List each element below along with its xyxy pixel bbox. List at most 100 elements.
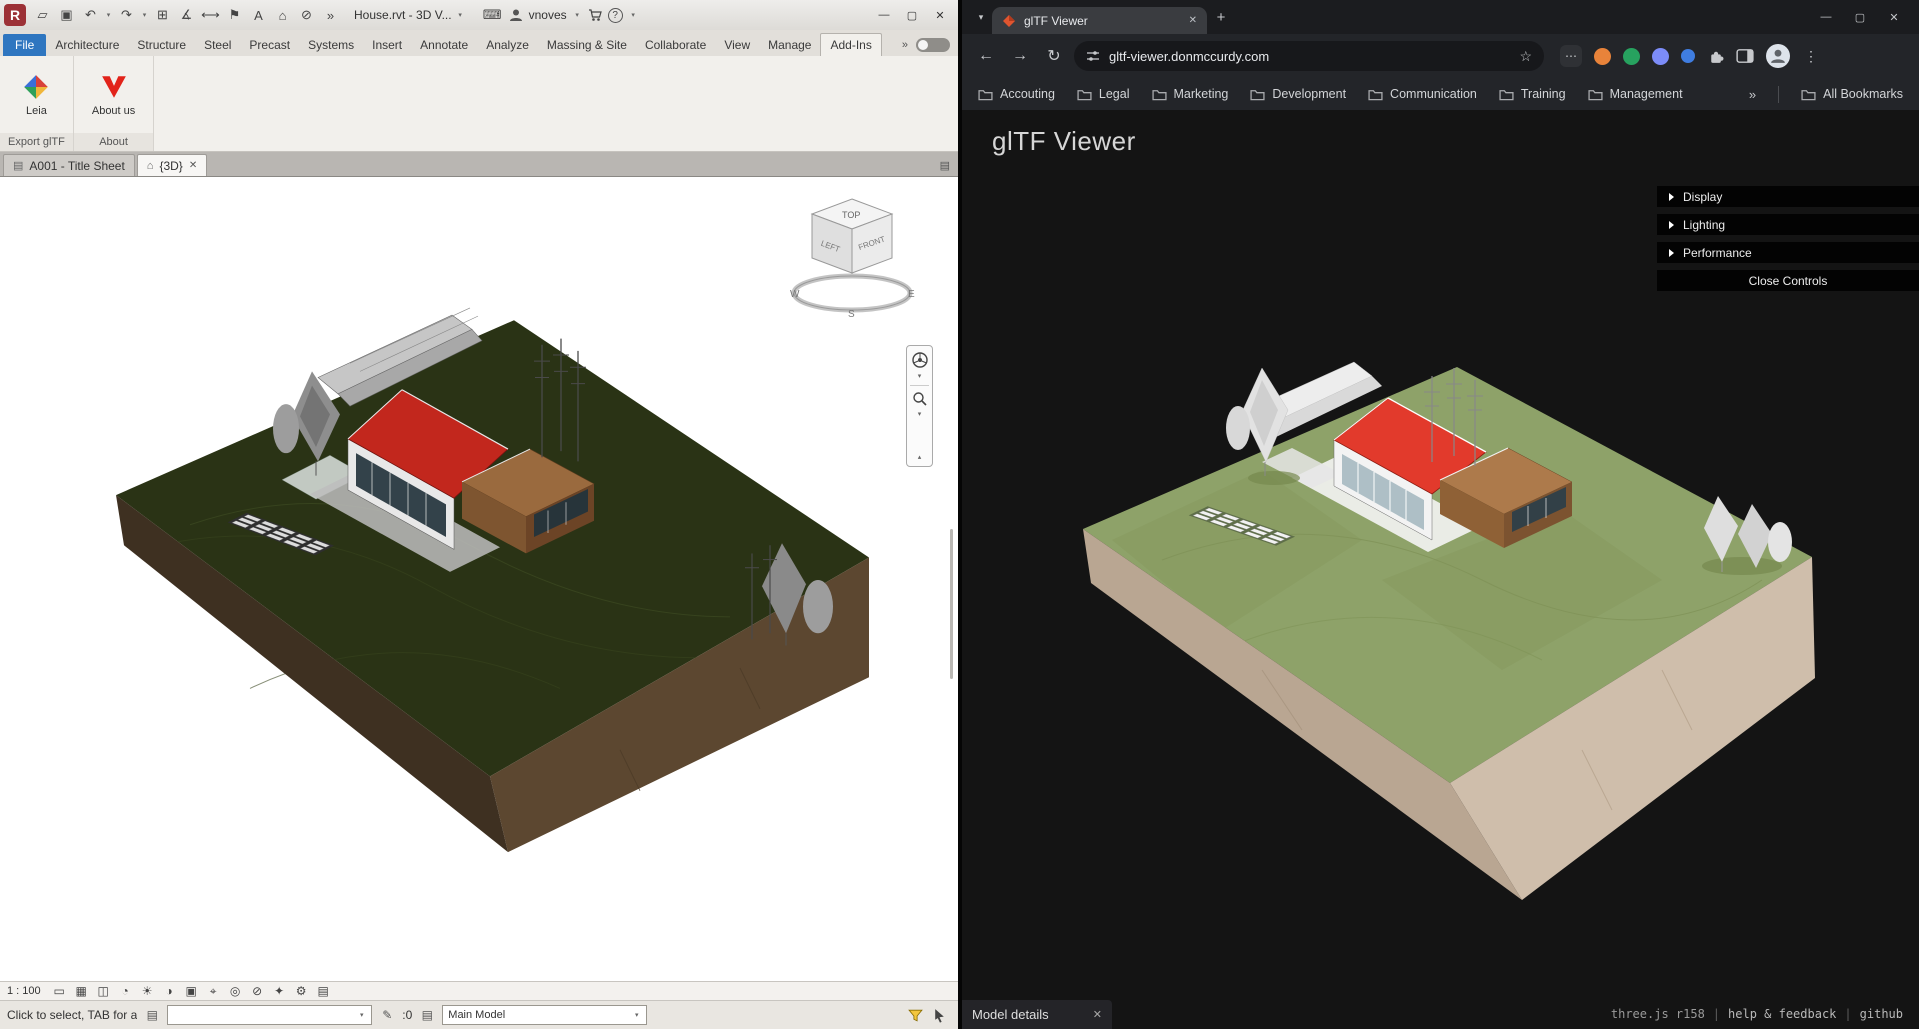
- bookmark-folder-accouting[interactable]: Accouting: [978, 87, 1055, 101]
- bookmark-folder-communication[interactable]: Communication: [1368, 87, 1477, 101]
- tab-structure[interactable]: Structure: [128, 34, 195, 56]
- tab-analyze[interactable]: Analyze: [477, 34, 538, 56]
- maximize-button[interactable]: ▢: [1843, 2, 1877, 32]
- design-option-select[interactable]: Main Model ▾: [442, 1005, 647, 1025]
- compass-east[interactable]: E: [908, 289, 915, 300]
- temporary-hide-icon[interactable]: ◎: [228, 984, 243, 998]
- compass-south[interactable]: S: [848, 309, 855, 320]
- keyboard-icon[interactable]: ⌨: [482, 5, 503, 26]
- maximize-button[interactable]: ▢: [898, 3, 926, 27]
- viewport-scrollbar[interactable]: [950, 529, 953, 679]
- pinned-extension-4-icon[interactable]: [1681, 49, 1695, 63]
- doc-tab-3d[interactable]: ⌂ {3D} ✕: [137, 154, 207, 176]
- revit-logo-icon[interactable]: R: [4, 4, 26, 26]
- redo-dropdown-icon[interactable]: ▾: [140, 11, 149, 19]
- zoom-icon[interactable]: [912, 391, 928, 407]
- qat-overflow-icon[interactable]: »: [320, 5, 341, 26]
- site-settings-icon[interactable]: [1086, 49, 1100, 63]
- tab-view[interactable]: View: [715, 34, 759, 56]
- visual-style-icon[interactable]: ▦: [74, 984, 89, 998]
- wheel-dropdown-icon[interactable]: ▾: [918, 372, 922, 380]
- steering-wheel-icon[interactable]: [911, 351, 929, 369]
- undo-icon[interactable]: ↶: [80, 5, 101, 26]
- photographic-exposure-icon[interactable]: ☀: [140, 984, 155, 998]
- tab-massing-site[interactable]: Massing & Site: [538, 34, 636, 56]
- view-scale[interactable]: 1 : 100: [7, 985, 41, 997]
- editable-only-icon[interactable]: ✎: [379, 1008, 395, 1022]
- gui-folder-performance[interactable]: Performance: [1657, 242, 1919, 263]
- bookmark-folder-management[interactable]: Management: [1588, 87, 1683, 101]
- ribbon-overflow-icon[interactable]: »: [902, 39, 908, 51]
- tab-insert[interactable]: Insert: [363, 34, 411, 56]
- pinned-extension-3-icon[interactable]: [1652, 48, 1669, 65]
- measure-icon[interactable]: ∡: [176, 5, 197, 26]
- pinned-extension-1-icon[interactable]: [1594, 48, 1611, 65]
- viewcube[interactable]: W S E TOP LEFT FRONT: [770, 181, 942, 345]
- bookmark-folder-development[interactable]: Development: [1250, 87, 1346, 101]
- leia-button[interactable]: Leia: [18, 71, 54, 119]
- minimize-button[interactable]: —: [1809, 2, 1843, 32]
- zoom-dropdown-icon[interactable]: ▾: [918, 410, 922, 418]
- compass-west[interactable]: W: [790, 289, 800, 300]
- filter-icon[interactable]: [908, 1008, 923, 1023]
- tab-close-icon[interactable]: ✕: [1189, 15, 1197, 26]
- aligned-dimension-icon[interactable]: ⟷: [200, 5, 221, 26]
- help-feedback-link[interactable]: help & feedback: [1728, 1007, 1836, 1021]
- help-icon[interactable]: ?: [608, 8, 623, 23]
- section-icon[interactable]: ⊘: [296, 5, 317, 26]
- save-icon[interactable]: ▣: [56, 5, 77, 26]
- undo-dropdown-icon[interactable]: ▾: [104, 11, 113, 19]
- profile-avatar[interactable]: [1766, 44, 1790, 68]
- doc-tab-title-sheet[interactable]: ▤ A001 - Title Sheet: [3, 154, 135, 176]
- tab-manage[interactable]: Manage: [759, 34, 820, 56]
- redo-icon[interactable]: ↷: [116, 5, 137, 26]
- user-dropdown-icon[interactable]: ▾: [573, 11, 582, 19]
- close-button[interactable]: ✕: [926, 3, 954, 27]
- lock-view-icon[interactable]: ⌖: [206, 984, 221, 999]
- signed-in-user[interactable]: vnoves: [529, 8, 567, 22]
- gui-folder-lighting[interactable]: Lighting: [1657, 214, 1919, 235]
- bookmark-folder-training[interactable]: Training: [1499, 87, 1566, 101]
- open-icon[interactable]: ▱: [32, 5, 53, 26]
- sun-path-icon[interactable]: ◫: [96, 984, 111, 998]
- crop-view-icon[interactable]: ◑: [162, 984, 177, 998]
- revit-viewport[interactable]: W S E TOP LEFT FRONT ▾ ▾ ▴: [0, 176, 958, 981]
- viewcube-top[interactable]: TOP: [842, 210, 860, 220]
- tag-icon[interactable]: ⚑: [224, 5, 245, 26]
- ribbon-display-toggle[interactable]: [916, 38, 950, 52]
- worksets-dialog-icon[interactable]: ▤: [144, 1008, 160, 1022]
- navbar-collapse-icon[interactable]: ▴: [918, 453, 922, 461]
- forward-icon[interactable]: →: [1006, 42, 1034, 70]
- new-tab-button[interactable]: +: [1207, 9, 1235, 26]
- show-crop-icon[interactable]: ▣: [184, 984, 199, 998]
- panel-label-export[interactable]: Export glTF: [0, 133, 73, 151]
- address-bar[interactable]: gltf-viewer.donmccurdy.com ☆: [1074, 41, 1544, 71]
- default-3d-view-icon[interactable]: ⌂: [272, 5, 293, 26]
- tab-architecture[interactable]: Architecture: [46, 34, 128, 56]
- select-arrow-icon[interactable]: [932, 1008, 947, 1023]
- text-icon[interactable]: A: [248, 5, 269, 26]
- all-bookmarks-button[interactable]: All Bookmarks: [1801, 87, 1903, 101]
- detail-level-icon[interactable]: ▭: [52, 984, 67, 998]
- help-dropdown-icon[interactable]: ▾: [629, 11, 638, 19]
- pinned-extension-2-icon[interactable]: [1623, 48, 1640, 65]
- print-icon[interactable]: ⊞: [152, 5, 173, 26]
- minimize-button[interactable]: —: [870, 3, 898, 27]
- url-text[interactable]: gltf-viewer.donmccurdy.com: [1109, 49, 1510, 64]
- tab-collaborate[interactable]: Collaborate: [636, 34, 715, 56]
- bookmark-folder-marketing[interactable]: Marketing: [1152, 87, 1229, 101]
- close-controls-button[interactable]: Close Controls: [1657, 270, 1919, 291]
- tab-add-ins[interactable]: Add-Ins: [820, 33, 881, 56]
- constraints-icon[interactable]: ⚙: [294, 984, 309, 998]
- tab-systems[interactable]: Systems: [299, 34, 363, 56]
- panel-label-about[interactable]: About: [74, 133, 153, 151]
- close-view-icon[interactable]: ✕: [189, 160, 197, 171]
- model-details-bar[interactable]: Model details ✕: [962, 1000, 1112, 1029]
- design-options-icon[interactable]: ▤: [419, 1008, 435, 1022]
- worksharing-icon[interactable]: ▤: [316, 984, 331, 998]
- view-list-icon[interactable]: ▤: [940, 159, 958, 176]
- tab-precast[interactable]: Precast: [240, 34, 299, 56]
- extensions-puzzle-icon[interactable]: [1707, 48, 1724, 65]
- bookmark-star-icon[interactable]: ☆: [1519, 48, 1532, 65]
- extensions-overflow-icon[interactable]: ⋯: [1560, 45, 1582, 67]
